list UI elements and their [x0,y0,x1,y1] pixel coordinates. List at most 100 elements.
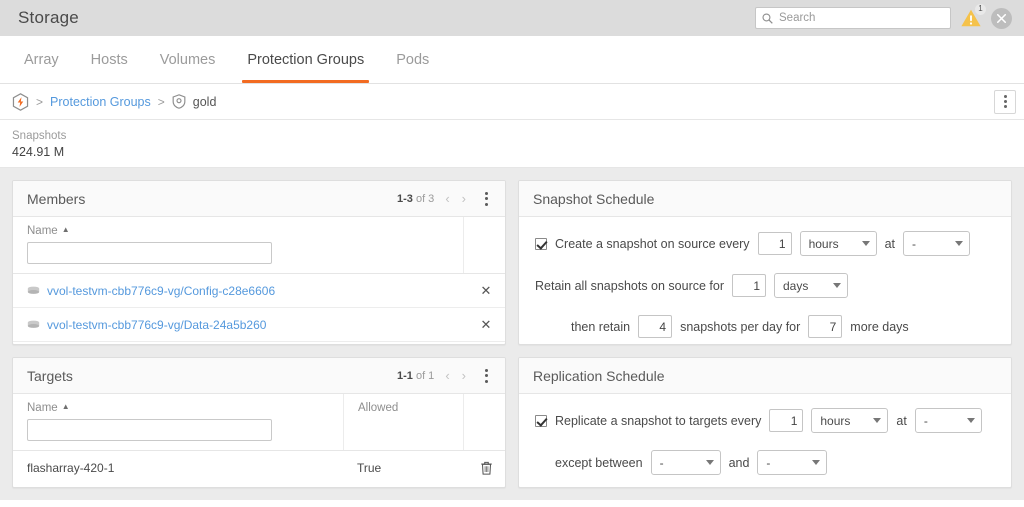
sort-ascending-icon[interactable]: ▲ [62,402,70,411]
trash-icon[interactable] [480,461,493,475]
targets-table-header: Name ▲ Allowed [13,394,505,451]
members-col-name: Name ▲ [13,217,463,273]
then-retain-days-input[interactable] [808,315,843,338]
members-title: Members [27,190,86,207]
members-pager-total: of 3 [415,192,435,205]
except-and-label: and [728,455,750,470]
breadcrumb-link-protection-groups[interactable]: Protection Groups [50,95,151,109]
chevron-down-icon [833,283,841,288]
storage-page: Storage 1 [0,0,1024,507]
alerts-button[interactable]: 1 [960,4,986,29]
remove-member-icon[interactable]: ✕ [481,318,492,331]
chevron-down-icon [861,241,870,246]
member-name-link[interactable]: vvol-testvm-cbb776c9-vg/Data-24a5b260 [47,318,266,332]
chevron-down-icon [873,418,882,423]
replication-schedule-form: Replicate a snapshot to targets every ho… [519,394,1011,487]
breadcrumb-separator-1: > [36,94,44,109]
snapshots-summary-value: 424.91 M [12,145,65,159]
content-grid: Members 1-3 of 3 ‹ › Name ▲ vvol-testvm-… [0,168,1024,500]
replication-schedule-panel: Replication Schedule Replicate a snapsho… [518,357,1012,488]
replication-schedule-header: Replication Schedule [519,358,1011,394]
target-name: flasharray-420-1 [27,461,115,475]
table-row[interactable]: vvol-testvm-cbb776c9-vg/Config-c28e6606 … [13,274,505,308]
replicate-snapshot-row: Replicate a snapshot to targets every ho… [535,408,995,433]
create-snapshot-at-label: at [884,236,895,251]
targets-panel-header: Targets 1-1 of 1 ‹ › [13,358,505,394]
create-snapshot-at-select[interactable]: - [903,231,970,256]
close-button[interactable] [991,7,1012,29]
then-retain-row: then retain snapshots per day for more d… [535,315,995,338]
create-snapshot-every-input[interactable] [757,232,792,255]
page-title: Storage [18,8,79,27]
tab-volumes[interactable]: Volumes [144,36,232,83]
snapshot-schedule-header: Snapshot Schedule [519,181,1011,217]
except-from-select[interactable]: - [650,450,721,475]
snapshot-schedule-title: Snapshot Schedule [533,190,655,207]
except-between-label: except between [555,455,643,470]
replicate-every-input[interactable] [769,409,804,432]
targets-prev-page-icon[interactable]: ‹ [444,368,450,383]
retain-all-value-input[interactable] [732,274,766,297]
then-retain-prefix: then retain [571,319,631,334]
targets-col-name: Name ▲ [13,394,343,450]
targets-panel: Targets 1-1 of 1 ‹ › Name ▲ Allowed flas… [12,357,506,488]
table-row[interactable]: flasharray-420-1 True [13,451,505,485]
replicate-unit-select[interactable]: hours [811,408,889,433]
top-bar-actions: 1 [755,4,1016,29]
snapshots-summary: Snapshots 424.91 M [0,120,1024,168]
search-box[interactable] [755,7,951,29]
table-row[interactable]: vvol-testvm-cbb776c9-vg/Data-3bc1af62 ✕ [13,342,505,344]
replicate-unit-value: hours [820,413,851,428]
members-pager-range: 1-3 [396,192,413,205]
replicate-snapshot-checkbox[interactable] [535,414,547,427]
create-snapshot-at-value: - [912,236,916,251]
targets-col-actions [463,394,505,450]
tab-protection-groups[interactable]: Protection Groups [231,36,380,83]
tab-array[interactable]: Array [8,36,75,83]
page-overflow-menu-button[interactable] [994,89,1016,114]
tab-hosts[interactable]: Hosts [75,36,144,83]
members-table: Name ▲ vvol-testvm-cbb776c9-vg/Config-c28… [13,217,505,344]
retain-all-unit-select[interactable]: days [774,273,848,298]
members-menu-icon[interactable] [477,191,495,206]
pure-logo-hexagon-icon[interactable] [12,92,29,111]
targets-table: Name ▲ Allowed flasharray-420-1 True [13,394,505,487]
create-snapshot-unit-select[interactable]: hours [799,231,877,256]
members-table-header: Name ▲ [13,217,505,274]
targets-pager: 1-1 of 1 [397,370,434,382]
sort-ascending-icon[interactable]: ▲ [62,225,70,234]
create-snapshot-label: Create a snapshot on source every [555,236,750,251]
tab-pods[interactable]: Pods [380,36,445,83]
targets-name-filter-input[interactable] [27,419,272,441]
chevron-down-icon [966,418,975,423]
remove-member-icon[interactable]: ✕ [481,284,492,297]
search-icon [762,12,773,24]
target-allowed: True [357,461,382,475]
member-name-link[interactable]: vvol-testvm-cbb776c9-vg/Config-c28e6606 [47,284,275,298]
except-to-select[interactable]: - [757,450,828,475]
snapshot-schedule-panel: Snapshot Schedule Create a snapshot on s… [518,180,1012,345]
create-snapshot-unit-value: hours [808,236,839,251]
targets-next-page-icon[interactable]: › [461,368,467,383]
targets-menu-icon[interactable] [477,368,495,383]
retain-all-unit-value: days [783,278,809,293]
targets-pager-range: 1-1 [396,369,413,382]
members-name-filter-input[interactable] [27,242,272,264]
members-next-page-icon[interactable]: › [461,191,467,206]
create-snapshot-checkbox[interactable] [535,237,547,250]
top-bar: Storage 1 [0,0,1024,36]
chevron-down-icon [812,460,821,465]
targets-title: Targets [27,367,73,384]
replicate-at-select[interactable]: - [914,408,982,433]
search-input[interactable] [779,12,944,24]
then-retain-count-input[interactable] [638,315,673,338]
targets-col-allowed: Allowed [343,394,463,450]
create-snapshot-row: Create a snapshot on source every hours … [535,231,995,256]
shield-icon [172,94,186,109]
replication-schedule-title: Replication Schedule [533,367,665,384]
members-prev-page-icon[interactable]: ‹ [444,191,450,206]
members-pager: 1-3 of 3 [397,193,434,205]
table-row[interactable]: vvol-testvm-cbb776c9-vg/Data-24a5b260 ✕ [13,308,505,342]
then-retain-suffix: more days [850,319,909,334]
members-panel: Members 1-3 of 3 ‹ › Name ▲ vvol-testvm-… [12,180,506,345]
